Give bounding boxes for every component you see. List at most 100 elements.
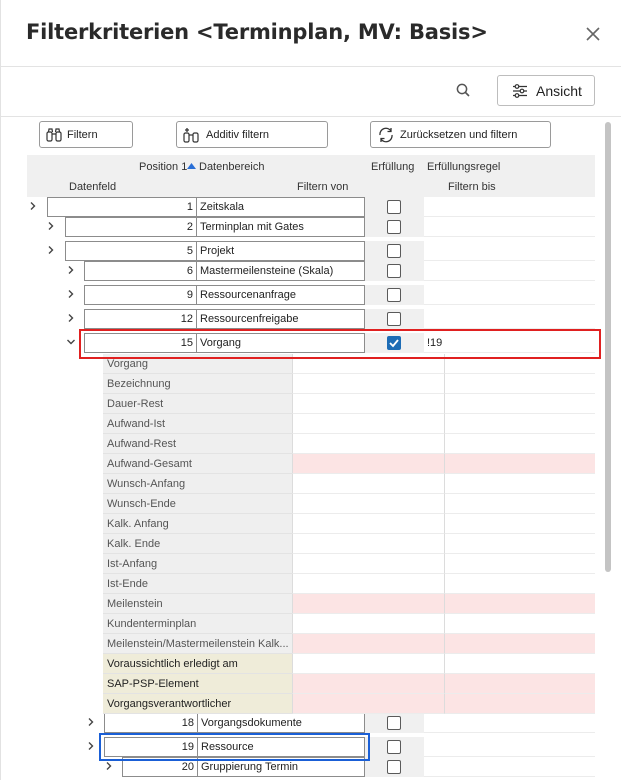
subfield-row[interactable]: Kalk. Anfang (103, 514, 595, 534)
erfuellung-checkbox[interactable] (387, 716, 401, 730)
row-erfuellungsregel[interactable] (424, 197, 595, 217)
filter-from-field[interactable] (292, 494, 444, 514)
filter-to-field[interactable] (444, 574, 595, 594)
row-erfuellungsregel[interactable] (424, 309, 595, 329)
subfield-row[interactable]: Aufwand-Ist (103, 414, 595, 434)
filter-from-field[interactable] (292, 594, 444, 614)
filter-from-field[interactable] (292, 454, 444, 474)
filter-from-field[interactable] (292, 414, 444, 434)
filter-from-field[interactable] (292, 534, 444, 554)
filter-from-field[interactable] (292, 614, 444, 634)
search-icon[interactable] (455, 82, 473, 100)
table-row[interactable]: 12 Ressourcenfreigabe (27, 309, 595, 329)
subfield-row[interactable]: Vorgangsverantwortlicher (103, 694, 595, 714)
row-erfuellungsregel[interactable] (424, 217, 595, 237)
erfuellung-checkbox[interactable] (387, 220, 401, 234)
subfield-row[interactable]: Ist-Ende (103, 574, 595, 594)
filter-from-field[interactable] (292, 474, 444, 494)
chevron-right-icon[interactable] (85, 740, 97, 752)
row-erfuellungsregel[interactable] (424, 241, 595, 261)
filter-from-field[interactable] (292, 694, 444, 714)
filter-button[interactable]: Filtern (39, 121, 133, 148)
erfuellung-checkbox[interactable] (387, 244, 401, 258)
column-header-datenbereich[interactable]: Datenbereich (199, 161, 264, 173)
filter-to-field[interactable] (444, 654, 595, 674)
subfield-row[interactable]: Wunsch-Anfang (103, 474, 595, 494)
chevron-right-icon[interactable] (45, 220, 57, 232)
subfield-row[interactable]: Kalk. Ende (103, 534, 595, 554)
row-erfuellungsregel[interactable] (424, 261, 595, 281)
filter-from-field[interactable] (292, 554, 444, 574)
erfuellung-checkbox[interactable] (387, 740, 401, 754)
table-row[interactable]: 2 Terminplan mit Gates (27, 217, 595, 237)
subfield-row[interactable]: Wunsch-Ende (103, 494, 595, 514)
filter-from-field[interactable] (292, 394, 444, 414)
chevron-right-icon[interactable] (103, 760, 115, 772)
filter-to-field[interactable] (444, 374, 595, 394)
chevron-right-icon[interactable] (85, 716, 97, 728)
filter-to-field[interactable] (444, 694, 595, 714)
table-row[interactable]: 18 Vorgangsdokumente (27, 713, 595, 733)
filter-from-field[interactable] (292, 674, 444, 694)
filter-to-field[interactable] (444, 454, 595, 474)
filter-from-field[interactable] (292, 434, 444, 454)
table-row[interactable]: 5 Projekt (27, 241, 595, 261)
filter-to-field[interactable] (444, 614, 595, 634)
filter-from-field[interactable] (292, 514, 444, 534)
filter-to-field[interactable] (444, 534, 595, 554)
column-header-filtern-von[interactable]: Filtern von (297, 181, 348, 193)
erfuellung-checkbox[interactable] (387, 312, 401, 326)
chevron-right-icon[interactable] (65, 312, 77, 324)
filter-to-field[interactable] (444, 474, 595, 494)
close-icon[interactable] (581, 22, 605, 46)
vertical-scrollbar[interactable] (605, 122, 611, 572)
column-header-erfuellungsregel[interactable]: Erfüllungsregel (427, 161, 500, 173)
column-header-filtern-bis[interactable]: Filtern bis (448, 181, 496, 193)
view-button[interactable]: Ansicht (497, 75, 595, 106)
erfuellung-checkbox[interactable] (387, 264, 401, 278)
filter-from-field[interactable] (292, 374, 444, 394)
row-erfuellungsregel[interactable] (424, 757, 595, 777)
filter-to-field[interactable] (444, 554, 595, 574)
subfield-row[interactable]: Meilenstein (103, 594, 595, 614)
chevron-down-icon[interactable] (65, 336, 77, 348)
subfield-row[interactable]: Kundenterminplan (103, 614, 595, 634)
row-erfuellungsregel[interactable] (424, 713, 595, 733)
additive-filter-button[interactable]: Additiv filtern (176, 121, 328, 148)
row-erfuellungsregel[interactable] (424, 737, 595, 757)
chevron-right-icon[interactable] (65, 288, 77, 300)
subfield-row[interactable]: Meilenstein/Mastermeilenstein Kalk... (103, 634, 595, 654)
subfield-row[interactable]: Ist-Anfang (103, 554, 595, 574)
subfield-row[interactable]: Aufwand-Rest (103, 434, 595, 454)
table-row[interactable]: 1 Zeitskala (27, 197, 595, 217)
erfuellung-checkbox[interactable] (387, 200, 401, 214)
erfuellung-checkbox[interactable] (387, 288, 401, 302)
filter-to-field[interactable] (444, 414, 595, 434)
chevron-right-icon[interactable] (27, 200, 39, 212)
table-row[interactable]: 9 Ressourcenanfrage (27, 285, 595, 305)
filter-to-field[interactable] (444, 514, 595, 534)
subfield-row[interactable]: SAP-PSP-Element (103, 674, 595, 694)
column-header-datenfeld[interactable]: Datenfeld (69, 181, 116, 193)
filter-from-field[interactable] (292, 654, 444, 674)
table-row[interactable]: 6 Mastermeilensteine (Skala) (27, 261, 595, 281)
filter-to-field[interactable] (444, 434, 595, 454)
subfield-row[interactable]: Voraussichtlich erledigt am (103, 654, 595, 674)
filter-from-field[interactable] (292, 574, 444, 594)
chevron-right-icon[interactable] (45, 244, 57, 256)
filter-to-field[interactable] (444, 394, 595, 414)
subfield-row[interactable]: Aufwand-Gesamt (103, 454, 595, 474)
filter-to-field[interactable] (444, 494, 595, 514)
column-header-erfuellung[interactable]: Erfüllung (371, 161, 414, 173)
filter-to-field[interactable] (444, 594, 595, 614)
filter-to-field[interactable] (444, 634, 595, 654)
subfield-row[interactable]: Bezeichnung (103, 374, 595, 394)
filter-from-field[interactable] (292, 634, 444, 654)
filter-to-field[interactable] (444, 674, 595, 694)
erfuellung-checkbox[interactable] (387, 760, 401, 774)
row-erfuellungsregel[interactable] (424, 285, 595, 305)
reset-filter-button[interactable]: Zurücksetzen und filtern (370, 121, 551, 148)
column-header-position[interactable]: Position 1 (139, 161, 196, 173)
subfield-row[interactable]: Dauer-Rest (103, 394, 595, 414)
chevron-right-icon[interactable] (65, 264, 77, 276)
